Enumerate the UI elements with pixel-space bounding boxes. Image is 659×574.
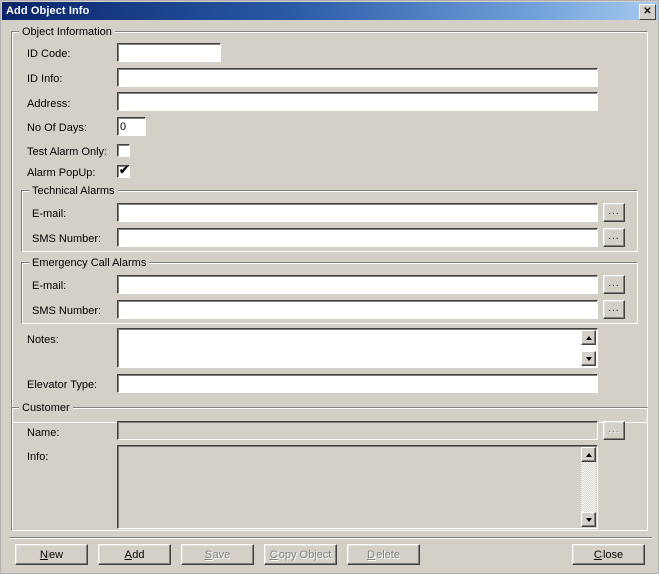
add-button-accel: A [124, 548, 132, 561]
customer-info-scroll-down-icon[interactable] [581, 512, 596, 527]
customer-legend: Customer [19, 402, 73, 414]
customer-info-label: Info: [27, 451, 49, 463]
address-label: Address: [27, 98, 71, 110]
copy-object-button-label: Copy Object [270, 548, 332, 561]
elevator-type-label: Elevator Type: [27, 379, 98, 391]
id-info-input[interactable] [117, 68, 598, 87]
technical-sms-browse-button[interactable]: ... [603, 228, 625, 247]
no-of-days-input[interactable] [117, 117, 146, 136]
customer-name-label: Name: [27, 427, 60, 439]
copy-object-button-accel: C [269, 548, 278, 561]
technical-email-label: E-mail: [32, 208, 67, 220]
customer-info-scroll-up-icon[interactable] [581, 447, 596, 462]
new-button[interactable]: NNew [15, 544, 88, 565]
alarm-popup-checkbox[interactable]: ✔ [117, 163, 130, 178]
alarm-popup-label: Alarm PopUp: [27, 167, 96, 179]
emergency-sms-label: SMS Number: [32, 305, 102, 317]
window-title: Add Object Info [6, 5, 90, 17]
notes-scroll-up-icon[interactable] [581, 330, 596, 345]
id-code-input[interactable] [117, 43, 221, 62]
close-icon[interactable]: ✕ [639, 4, 656, 20]
technical-sms-input[interactable] [117, 228, 598, 247]
technical-sms-label: SMS Number: [32, 233, 102, 245]
save-button-accel: S [204, 548, 213, 561]
customer-name-input[interactable] [117, 421, 598, 440]
id-info-label: ID Info: [27, 73, 63, 85]
object-information-legend: Object Information [19, 26, 115, 38]
emergency-sms-browse-button[interactable]: ... [603, 300, 625, 319]
close-button[interactable]: CClose [572, 544, 645, 565]
customer-name-browse-button[interactable]: ... [603, 421, 625, 440]
delete-button[interactable]: DDelete [347, 544, 420, 565]
emergency-email-label: E-mail: [32, 280, 67, 292]
add-button[interactable]: AAdd [98, 544, 171, 565]
emergency-email-input[interactable] [117, 275, 598, 294]
customer-info-scroll-track[interactable] [581, 462, 596, 512]
emergency-call-alarms-legend: Emergency Call Alarms [29, 257, 150, 269]
elevator-type-input[interactable] [117, 374, 598, 393]
delete-button-accel: D [367, 548, 375, 561]
copy-object-button[interactable]: CCopy Object [264, 544, 337, 565]
no-of-days-label: No Of Days: [27, 122, 87, 134]
technical-alarms-legend: Technical Alarms [29, 185, 118, 197]
emergency-email-browse-button[interactable]: ... [603, 275, 625, 294]
address-input[interactable] [117, 92, 598, 111]
technical-email-input[interactable] [117, 203, 598, 222]
emergency-sms-input[interactable] [117, 300, 598, 319]
notes-label: Notes: [27, 334, 59, 346]
add-object-info-dialog: Add Object Info ✕ Object Information ID … [0, 0, 659, 574]
save-button[interactable]: SSave [181, 544, 254, 565]
title-bar: Add Object Info ✕ [2, 2, 658, 20]
id-code-label: ID Code: [27, 48, 71, 60]
checkmark-icon: ✔ [119, 163, 130, 177]
test-alarm-only-label: Test Alarm Only: [27, 146, 108, 158]
customer-info-textarea[interactable] [117, 445, 598, 529]
new-button-accel: N [39, 548, 48, 561]
notes-textarea[interactable] [117, 328, 598, 368]
button-bar-separator [9, 537, 652, 539]
close-button-accel: C [593, 548, 602, 561]
notes-scroll-down-icon[interactable] [581, 351, 596, 366]
technical-email-browse-button[interactable]: ... [603, 203, 625, 222]
test-alarm-only-checkbox[interactable] [117, 144, 130, 157]
